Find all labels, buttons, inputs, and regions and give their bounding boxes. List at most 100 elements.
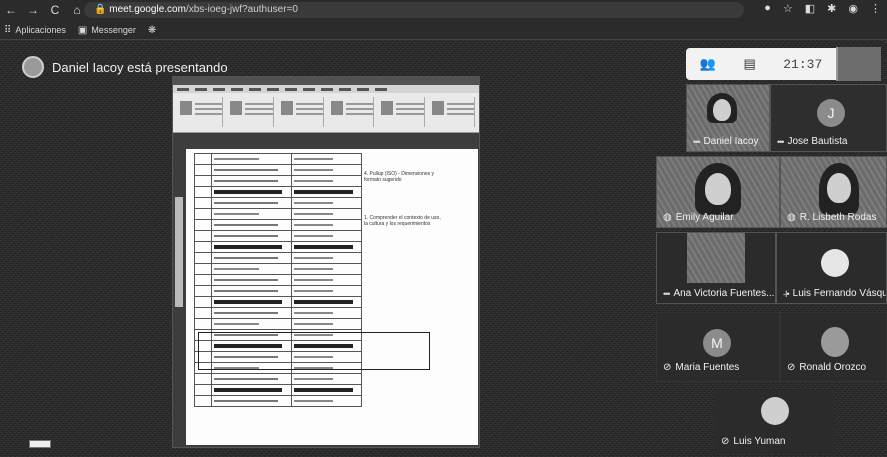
participant-tile[interactable]: ◍ Emily Aguilar bbox=[656, 156, 780, 228]
presenter-banner: Daniel Iacoy está presentando bbox=[22, 56, 228, 78]
ribbon-group bbox=[429, 97, 475, 127]
apps-grid-icon: ⠿ bbox=[4, 24, 12, 36]
table-row bbox=[193, 230, 362, 242]
bookmarks-bar: ⠿ Aplicaciones ▣ Messenger ❋ bbox=[4, 22, 156, 38]
reload-icon[interactable]: C bbox=[48, 3, 62, 17]
lock-icon: 🔒 bbox=[94, 4, 110, 15]
participant-tile[interactable]: J ••• Jose Bautista bbox=[770, 84, 887, 152]
ribbon-tabs bbox=[173, 85, 479, 93]
meeting-toolbar: 👥 ▤ 21:37 bbox=[686, 46, 887, 82]
table-row bbox=[193, 164, 362, 176]
participant-name: Ana Victoria Fuentes... bbox=[673, 288, 775, 299]
mic-icon: ◍ bbox=[787, 212, 796, 223]
mic-icon: ◍ bbox=[663, 212, 672, 223]
bookmark-apps[interactable]: ⠿ Aplicaciones bbox=[4, 25, 66, 36]
star-icon[interactable]: ☆ bbox=[783, 2, 793, 15]
ribbon-group bbox=[227, 97, 274, 127]
mic-off-icon: ⊘ bbox=[721, 436, 730, 447]
document-note: 4. Pullup (ISO) - Dimensiones y formato … bbox=[364, 171, 435, 183]
table-row bbox=[193, 186, 362, 198]
participant-tile[interactable]: ⊘ Luis Yuman bbox=[714, 390, 834, 454]
table-row bbox=[193, 252, 362, 264]
meeting-clock: 21:37 bbox=[783, 56, 823, 72]
participant-avatar bbox=[821, 327, 849, 357]
participant-tile[interactable]: -I• Luis Fernando Vásqu bbox=[776, 232, 887, 304]
people-icon[interactable]: 👥 bbox=[700, 56, 716, 72]
participant-avatar: J bbox=[817, 99, 845, 127]
participant-name: Ronald Orozco bbox=[799, 362, 867, 373]
participant-face bbox=[827, 173, 851, 203]
participant-name-row: ⊘ Luis Yuman bbox=[721, 436, 785, 447]
participant-tile[interactable]: ⊘ Ronald Orozco bbox=[780, 312, 887, 382]
document-page: 4. Pullup (ISO) - Dimensiones y formato … bbox=[186, 149, 478, 445]
profile-icon[interactable]: ◉ bbox=[848, 2, 858, 15]
participant-face bbox=[705, 173, 731, 205]
participant-avatar: M bbox=[703, 329, 731, 357]
messenger-icon: ▣ bbox=[77, 24, 88, 36]
presenter-avatar bbox=[22, 56, 44, 78]
table-row bbox=[193, 318, 362, 330]
record-icon[interactable]: ● bbox=[764, 2, 771, 15]
more-options-icon[interactable]: -I• bbox=[783, 289, 790, 299]
mic-off-icon: ⊘ bbox=[787, 362, 796, 373]
selection-box bbox=[198, 332, 430, 370]
table-row bbox=[193, 395, 362, 407]
url-path: /xbs-ioeg-jwf?authuser=0 bbox=[185, 4, 298, 15]
presentation-stage: 4. Pullup (ISO) - Dimensiones y formato … bbox=[172, 76, 480, 448]
ribbon-group bbox=[177, 97, 224, 127]
participant-avatar bbox=[761, 397, 789, 425]
table-row bbox=[193, 153, 362, 165]
more-options-icon[interactable]: ••• bbox=[693, 137, 701, 147]
table-row bbox=[193, 296, 362, 308]
forward-icon[interactable]: → bbox=[26, 3, 40, 17]
nav-controls: ← → C ⌂ bbox=[4, 2, 84, 18]
home-icon[interactable]: ⌂ bbox=[70, 3, 84, 17]
participant-name: Jose Bautista bbox=[787, 136, 848, 147]
url-domain: meet.google.com bbox=[109, 4, 186, 15]
more-options-icon[interactable]: ••• bbox=[777, 137, 785, 147]
participant-name: Luis Yuman bbox=[733, 436, 786, 447]
browser-actions: ● ☆ ◧ ✱ ◉ ⋮ bbox=[764, 2, 881, 15]
participant-tile[interactable]: ◍ R. Lisbeth Rodas bbox=[780, 156, 887, 228]
page-indicator bbox=[29, 440, 51, 448]
table-row bbox=[193, 219, 362, 231]
participant-name: R. Lisbeth Rodas bbox=[799, 212, 877, 223]
table-row bbox=[193, 241, 362, 253]
menu-icon[interactable]: ⋮ bbox=[870, 2, 881, 15]
participant-name-row: ⊘ Maria Fuentes bbox=[663, 362, 739, 373]
ribbon-groups bbox=[173, 93, 479, 131]
participant-name-row: ⊘ Ronald Orozco bbox=[787, 362, 866, 373]
table-row bbox=[193, 373, 362, 385]
mic-off-icon: ⊘ bbox=[663, 362, 672, 373]
participant-name: Maria Fuentes bbox=[675, 362, 740, 373]
table-row bbox=[193, 263, 362, 275]
puzzle-icon[interactable]: ✱ bbox=[827, 2, 836, 15]
ribbon-group bbox=[278, 97, 324, 127]
bookmark-label: Aplicaciones bbox=[15, 25, 66, 35]
presenter-text: Daniel Iacoy está presentando bbox=[52, 59, 228, 75]
back-icon[interactable]: ← bbox=[4, 3, 18, 17]
table-row bbox=[193, 307, 362, 319]
table-row bbox=[193, 285, 362, 297]
participant-name-row: ◍ Emily Aguilar bbox=[663, 212, 734, 223]
address-bar[interactable]: 🔒 meet.google.com/xbs-ioeg-jwf?authuser=… bbox=[84, 2, 744, 18]
participant-tile[interactable]: M ⊘ Maria Fuentes bbox=[656, 312, 780, 382]
participant-tile[interactable]: ••• Ana Victoria Fuentes... bbox=[656, 232, 776, 304]
participant-name-row: ••• Ana Victoria Fuentes... bbox=[663, 288, 774, 299]
bookmark-extra[interactable]: ❋ bbox=[148, 25, 156, 36]
participant-video bbox=[687, 233, 745, 283]
word-titlebar bbox=[173, 77, 479, 85]
more-options-icon[interactable]: ••• bbox=[663, 289, 671, 299]
table-row bbox=[193, 384, 362, 396]
table-row bbox=[193, 208, 362, 220]
participant-name-row: ◍ R. Lisbeth Rodas bbox=[787, 212, 876, 223]
scroll-marker bbox=[175, 197, 183, 307]
word-ribbon bbox=[173, 85, 479, 133]
bookmark-messenger[interactable]: ▣ Messenger bbox=[78, 25, 136, 36]
extension-icon[interactable]: ◧ bbox=[805, 2, 815, 15]
self-view-thumbnail[interactable] bbox=[836, 47, 881, 81]
participant-tile[interactable]: ••• Daniel Iacoy bbox=[686, 84, 770, 152]
table-row bbox=[193, 175, 362, 187]
participant-name: Luis Fernando Vásqu bbox=[792, 288, 887, 299]
chat-icon[interactable]: ▤ bbox=[743, 56, 755, 72]
